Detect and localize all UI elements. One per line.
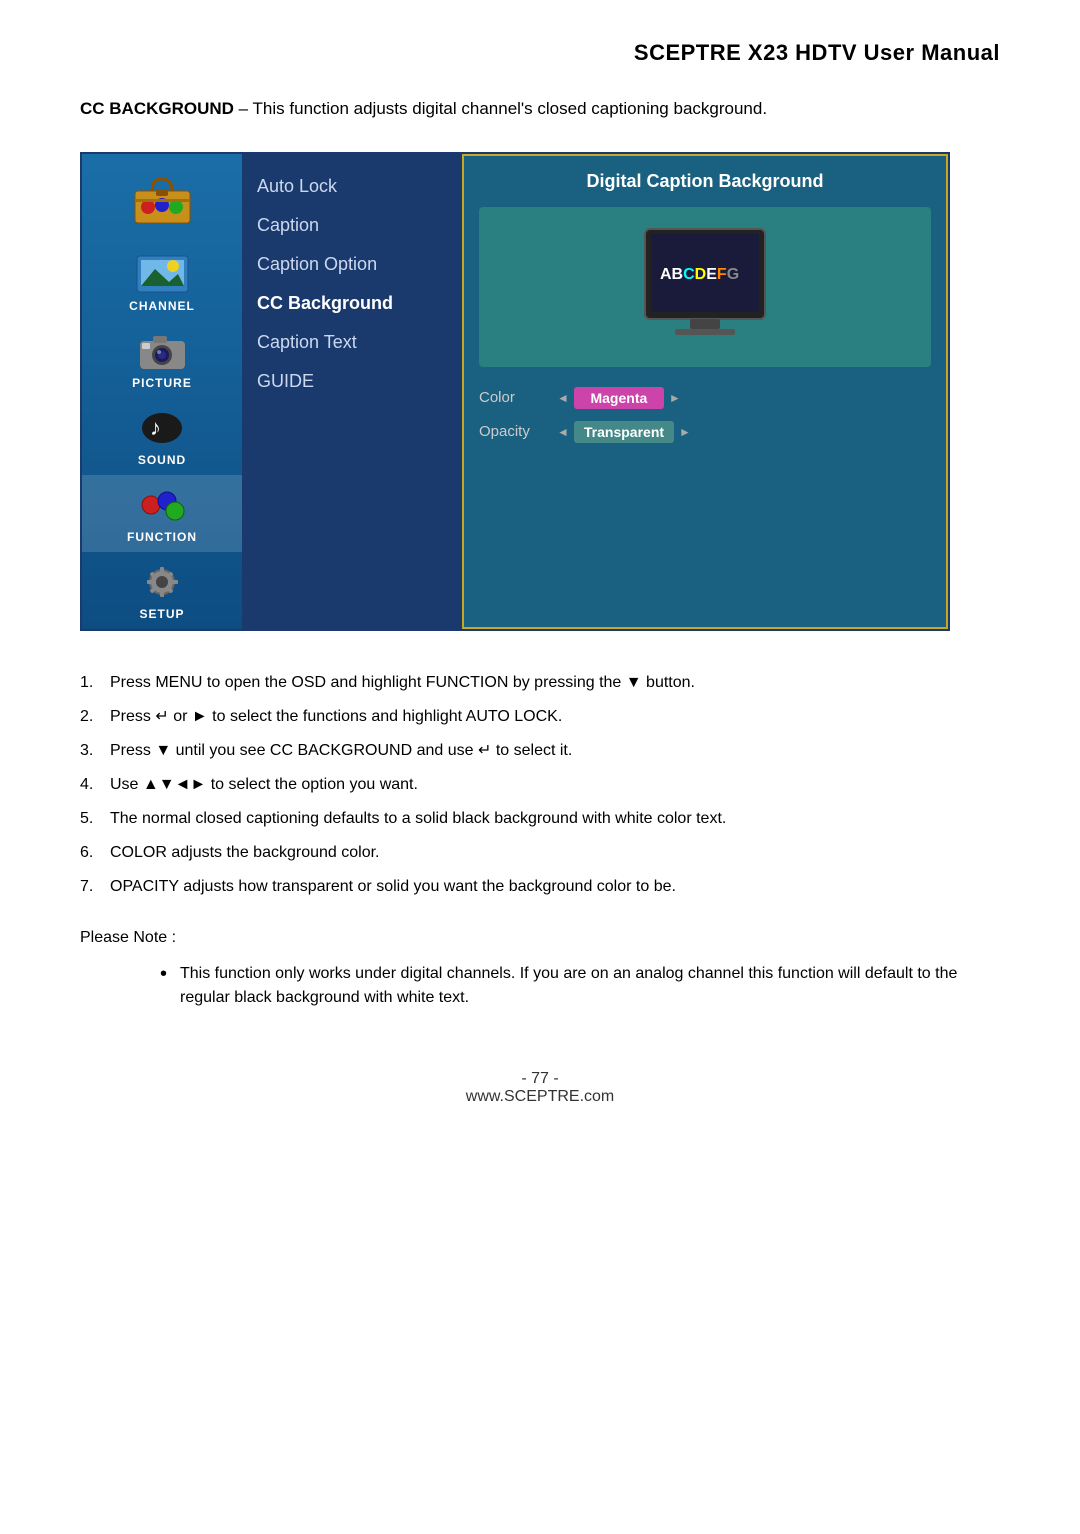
menu-item-caption: Caption [257,213,447,238]
menu-item-cc-background: CC Background [257,291,447,316]
osd-menu-image: CHANNEL PICTURE [80,152,950,631]
instruction-num-1: 1. [80,671,110,695]
color-right-arrow: ► [669,391,681,405]
sound-icon: ♪ [132,406,192,451]
menu-item-caption-option: Caption Option [257,252,447,277]
sidebar-setup-label: SETUP [139,607,184,621]
sidebar-item-picture: PICTURE [82,321,242,398]
intro-text: – This function adjusts digital channel'… [234,99,767,118]
sidebar-item-channel: CHANNEL [82,244,242,321]
tv-frame: ABCDEFG [625,224,785,349]
instructions-section: 1. Press MENU to open the OSD and highli… [80,671,1000,899]
color-value: Magenta [574,387,664,409]
tv-preview: ABCDEFG [479,207,931,367]
instruction-num-5: 5. [80,807,110,831]
instruction-2: 2. Press ↵ or ► to select the functions … [80,705,1000,729]
svg-text:♪: ♪ [150,415,161,440]
sidebar-channel-label: CHANNEL [129,299,195,313]
bullet-text-1: This function only works under digital c… [180,962,1000,1010]
instruction-5: 5. The normal closed captioning defaults… [80,807,1000,831]
instruction-text-4: Use ▲▼◄► to select the option you want. [110,773,1000,797]
instruction-text-6: COLOR adjusts the background color. [110,841,1000,865]
opacity-control: ◄ Transparent ► [557,421,691,443]
osd-right-panel: Digital Caption Background ABCDEFG [462,154,948,629]
bullet-list: • This function only works under digital… [160,962,1000,1010]
osd-center-menu: Auto Lock Caption Caption Option CC Back… [242,154,462,629]
panel-title: Digital Caption Background [479,171,931,192]
channel-icon [132,252,192,297]
sidebar-function-label: FUNCTION [127,530,197,544]
sidebar-item-function: FUNCTION [82,475,242,552]
instruction-3: 3. Press ▼ until you see CC BACKGROUND a… [80,739,1000,763]
opacity-right-arrow: ► [679,425,691,439]
sidebar-item-toolbox [82,154,242,244]
instruction-num-6: 6. [80,841,110,865]
instruction-text-1: Press MENU to open the OSD and highlight… [110,671,1000,695]
bullet-dot-1: • [160,962,180,1010]
instruction-text-2: Press ↵ or ► to select the functions and… [110,705,1000,729]
instruction-num-3: 3. [80,739,110,763]
page-title: SCEPTRE X23 HDTV User Manual [80,40,1000,66]
function-icon [132,483,192,528]
opacity-option-row: Opacity ◄ Transparent ► [479,421,931,443]
instruction-1: 1. Press MENU to open the OSD and highli… [80,671,1000,695]
page-number: - 77 - [80,1070,1000,1088]
color-option-row: Color ◄ Magenta ► [479,387,931,409]
instruction-4: 4. Use ▲▼◄► to select the option you wan… [80,773,1000,797]
instruction-6: 6. COLOR adjusts the background color. [80,841,1000,865]
instruction-num-2: 2. [80,705,110,729]
bullet-item-1: • This function only works under digital… [160,962,1000,1010]
please-note-label: Please Note : [80,929,1000,947]
instruction-num-4: 4. [80,773,110,797]
website: www.SCEPTRE.com [80,1088,1000,1106]
sidebar-item-sound: ♪ SOUND [82,398,242,475]
instruction-text-3: Press ▼ until you see CC BACKGROUND and … [110,739,1000,763]
intro-paragraph: CC BACKGROUND – This function adjusts di… [80,96,1000,122]
opacity-label: Opacity [479,423,549,440]
footer: - 77 - www.SCEPTRE.com [80,1070,1000,1106]
instruction-text-5: The normal closed captioning defaults to… [110,807,1000,831]
sidebar-sound-label: SOUND [138,453,186,467]
color-control: ◄ Magenta ► [557,387,681,409]
menu-item-autolock: Auto Lock [257,174,447,199]
instruction-num-7: 7. [80,875,110,899]
osd-sidebar: CHANNEL PICTURE [82,154,242,629]
color-label: Color [479,389,549,406]
intro-bold: CC BACKGROUND [80,99,234,118]
toolbox-icon [122,164,202,234]
panel-options: Color ◄ Magenta ► Opacity ◄ Transparent … [479,387,931,443]
picture-icon [132,329,192,374]
menu-item-guide: GUIDE [257,369,447,394]
sidebar-item-setup: SETUP [82,552,242,629]
sidebar-picture-label: PICTURE [132,376,192,390]
setup-icon [132,560,192,605]
opacity-left-arrow: ◄ [557,425,569,439]
opacity-value: Transparent [574,421,674,443]
instruction-7: 7. OPACITY adjusts how transparent or so… [80,875,1000,899]
instruction-text-7: OPACITY adjusts how transparent or solid… [110,875,1000,899]
menu-item-caption-text: Caption Text [257,330,447,355]
svg-text:ABCDEFG: ABCDEFG [660,266,739,283]
color-left-arrow: ◄ [557,391,569,405]
